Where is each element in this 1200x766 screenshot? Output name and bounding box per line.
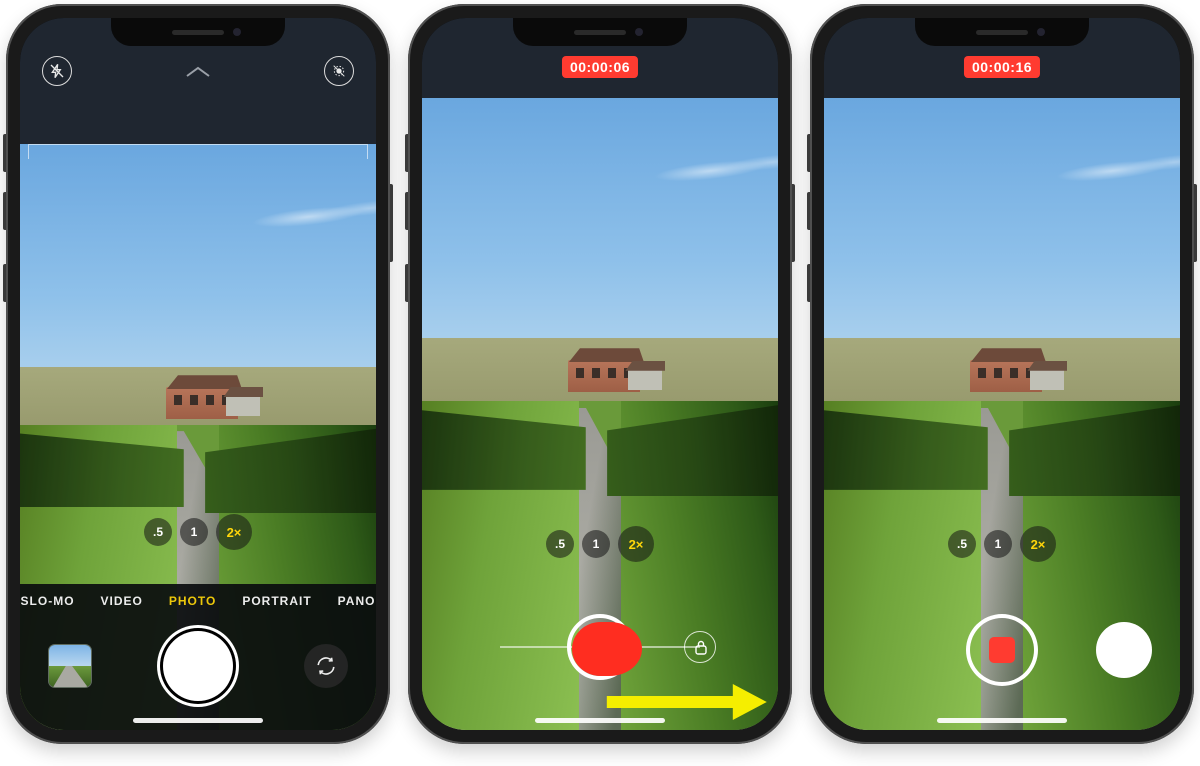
zoom-option-ultrawide[interactable]: .5 — [546, 530, 574, 558]
drag-right-arrow-hint — [607, 684, 777, 720]
flash-off-icon — [49, 63, 65, 79]
zoom-option-tele[interactable]: 2× — [618, 526, 654, 562]
capture-still-button[interactable] — [1096, 622, 1152, 678]
mode-selector[interactable]: SLO-MO VIDEO PHOTO PORTRAIT PANO — [20, 594, 376, 608]
zoom-option-wide[interactable]: 1 — [984, 530, 1012, 558]
live-photo-toggle[interactable] — [324, 56, 354, 86]
recording-timer: 00:00:06 — [562, 56, 638, 78]
stop-recording-button[interactable] — [970, 618, 1034, 682]
zoom-option-wide[interactable]: 1 — [180, 518, 208, 546]
zoom-option-ultrawide[interactable]: .5 — [144, 518, 172, 546]
flip-camera-icon — [315, 655, 337, 677]
mode-slomo[interactable]: SLO-MO — [21, 594, 75, 608]
phone-photo-mode: .5 1 2× SLO-MO VIDEO PHOTO PORTRAIT PANO — [6, 4, 390, 744]
zoom-option-wide[interactable]: 1 — [582, 530, 610, 558]
frame-guides — [28, 144, 368, 146]
zoom-option-tele[interactable]: 2× — [1020, 526, 1056, 562]
mode-pano[interactable]: PANO — [338, 594, 376, 608]
zoom-selector: .5 1 2× — [546, 530, 654, 566]
recording-controls — [824, 600, 1180, 690]
phone-quicktake-drag: 00:00:06 .5 1 2× — [408, 4, 792, 744]
chevron-up-icon — [185, 65, 211, 79]
quicktake-controls — [422, 550, 778, 730]
mode-photo[interactable]: PHOTO — [169, 594, 216, 608]
shutter-button[interactable] — [163, 631, 233, 701]
camera-bottom-bar: SLO-MO VIDEO PHOTO PORTRAIT PANO — [20, 584, 376, 730]
live-photo-off-icon — [331, 63, 347, 79]
flash-toggle[interactable] — [42, 56, 72, 86]
zoom-selector: .5 1 2× — [948, 530, 1056, 566]
phone-video-locked: 00:00:16 .5 1 2× — [810, 4, 1194, 744]
home-indicator[interactable] — [535, 718, 665, 723]
device-notch — [111, 18, 285, 46]
last-photo-thumbnail[interactable] — [48, 644, 92, 688]
stop-icon — [989, 637, 1015, 663]
zoom-selector: .5 1 2× — [144, 518, 252, 554]
zoom-option-ultrawide[interactable]: .5 — [948, 530, 976, 558]
home-indicator[interactable] — [133, 718, 263, 723]
device-notch — [915, 18, 1089, 46]
mode-video[interactable]: VIDEO — [101, 594, 143, 608]
mode-portrait[interactable]: PORTRAIT — [242, 594, 311, 608]
switch-camera-button[interactable] — [304, 644, 348, 688]
device-notch — [513, 18, 687, 46]
home-indicator[interactable] — [937, 718, 1067, 723]
quicktake-shutter[interactable] — [572, 622, 642, 676]
lock-icon — [694, 639, 708, 655]
recording-timer: 00:00:16 — [964, 56, 1040, 78]
camera-options-toggle[interactable] — [185, 65, 211, 79]
zoom-option-tele[interactable]: 2× — [216, 514, 252, 550]
